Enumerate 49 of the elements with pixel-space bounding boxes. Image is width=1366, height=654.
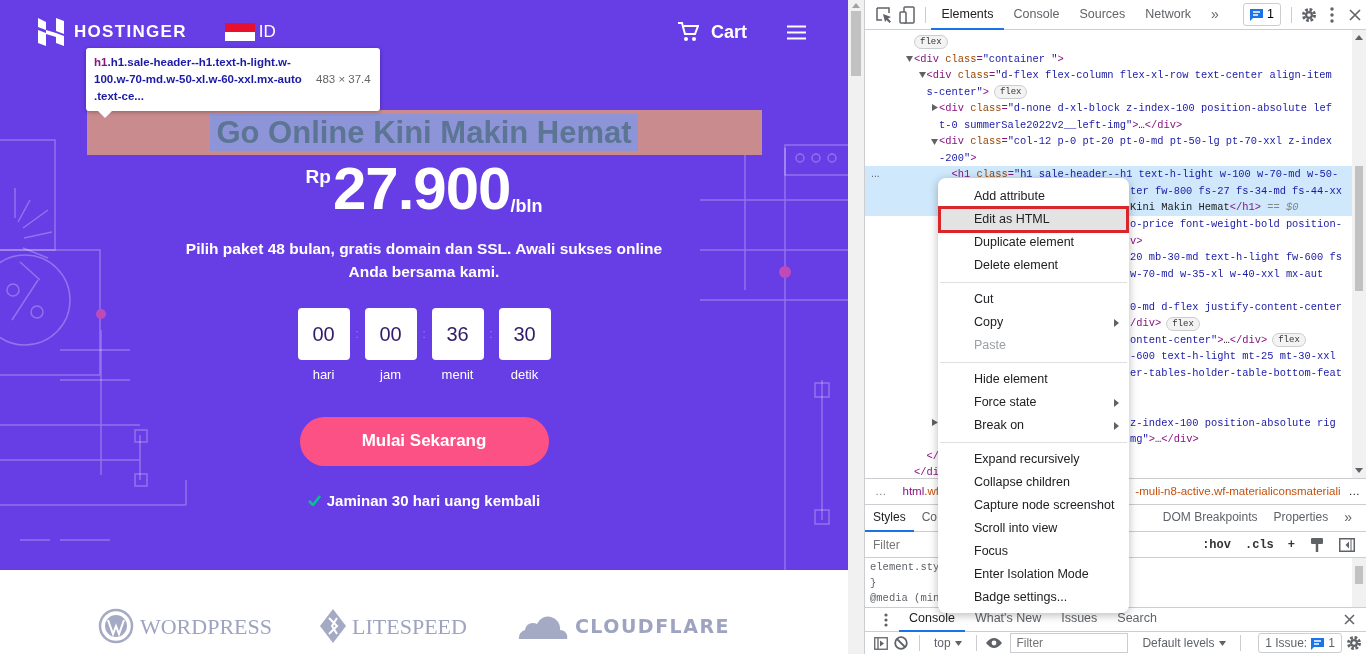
- countdown-digits: 00: [364, 308, 417, 360]
- countdown-digits: 30: [498, 308, 551, 360]
- guarantee-text: Jaminan 30 hari uang kembali: [326, 490, 541, 511]
- code-line: o-price font-weight-bold position-: [1130, 217, 1342, 232]
- code-line: <div class="col-12 p-0 pt-20 pt-0-md pt-50-lg pt-70-xxl z-index: [939, 134, 1332, 150]
- price-amount: 27.900: [332, 159, 511, 219]
- code-line: ter fw-800 fs-27 fs-34-md fs-44-xx: [1130, 183, 1342, 199]
- countdown-digits: 36: [431, 308, 484, 360]
- code-line: </: [926, 448, 939, 464]
- size-text: 483 × 37.4: [316, 72, 371, 87]
- code-line: <h1 class="h1 sale-header--h1 text-h-light w-100 w-70-md w-50-: [951, 167, 1339, 183]
- partner-name: LITESPEED: [352, 612, 467, 641]
- code-line: 20 mb-30-md text-h-light fw-600 fs: [1130, 250, 1342, 266]
- code-line: <div class="container ">: [914, 51, 1064, 67]
- code-line: er-tables-holder-table-bottom-feat: [1130, 365, 1342, 381]
- countdown-separator: :: [421, 325, 427, 343]
- code-line: 0-md d-flex justify-content-center: [1130, 299, 1342, 315]
- selector-text: h1.h1.sale-header--h1.text-h-light.w-100.w-70-md.w-50-xl.w-60-xxl.mx-auto.text-ce...: [94, 55, 303, 104]
- code-line: z-index-100 position-absolute rig: [1130, 415, 1336, 431]
- code-line: ontent-center">…</div>: [1130, 332, 1268, 348]
- countdown-label: jam: [380, 366, 401, 384]
- period-text: /bln: [510, 197, 543, 215]
- css-rule-line: element.sty: [870, 560, 940, 575]
- countdown-separator: :: [488, 325, 494, 343]
- headline: Go Online Kini Makin Hemat: [210, 114, 638, 151]
- code-line: t-0 summerSale2022v2__left-img">…</div>: [939, 117, 1183, 133]
- countdown-label: detik: [510, 366, 539, 384]
- code-line: -200">: [939, 150, 977, 166]
- code-line: Kini Makin Hemat</h1> == $0: [1130, 200, 1299, 216]
- code-line: </di: [914, 465, 939, 478]
- css-rule-line: @media (min: [870, 591, 940, 606]
- code-line: <div class="d-none d-xl-block z-index-100 position-absolute lef: [939, 101, 1332, 117]
- code-line: w-70-md w-35-xl w-40-xxl mx-aut: [1130, 266, 1324, 282]
- currency-text: Rp: [305, 167, 331, 186]
- partner-name: CLOUDFLARE: [574, 613, 731, 639]
- code-line: mg">…</div>: [1130, 432, 1199, 448]
- code-line: s-center">: [926, 84, 989, 100]
- code-line: v>: [1130, 233, 1143, 249]
- countdown-separator: :: [354, 325, 360, 343]
- partner-name: WORDPRESS: [139, 612, 272, 641]
- code-line: /div>: [1130, 316, 1162, 332]
- countdown-label: menit: [441, 366, 474, 384]
- countdown-digits: 00: [297, 308, 350, 360]
- code-line: <div class="d-flex flex-column flex-xl-row text-center align-item: [926, 68, 1332, 84]
- subtitle: Pilih paket 48 bulan, gratis domain dan SSL. Awali sukses online Anda bersama kami.: [184, 239, 664, 282]
- countdown-label: hari: [312, 366, 335, 384]
- logo-text: HOSTINGER: [74, 21, 187, 44]
- css-rule-line: }: [870, 575, 877, 591]
- code-line: -600 text-h-light mt-25 mt-30-xxl: [1130, 349, 1336, 365]
